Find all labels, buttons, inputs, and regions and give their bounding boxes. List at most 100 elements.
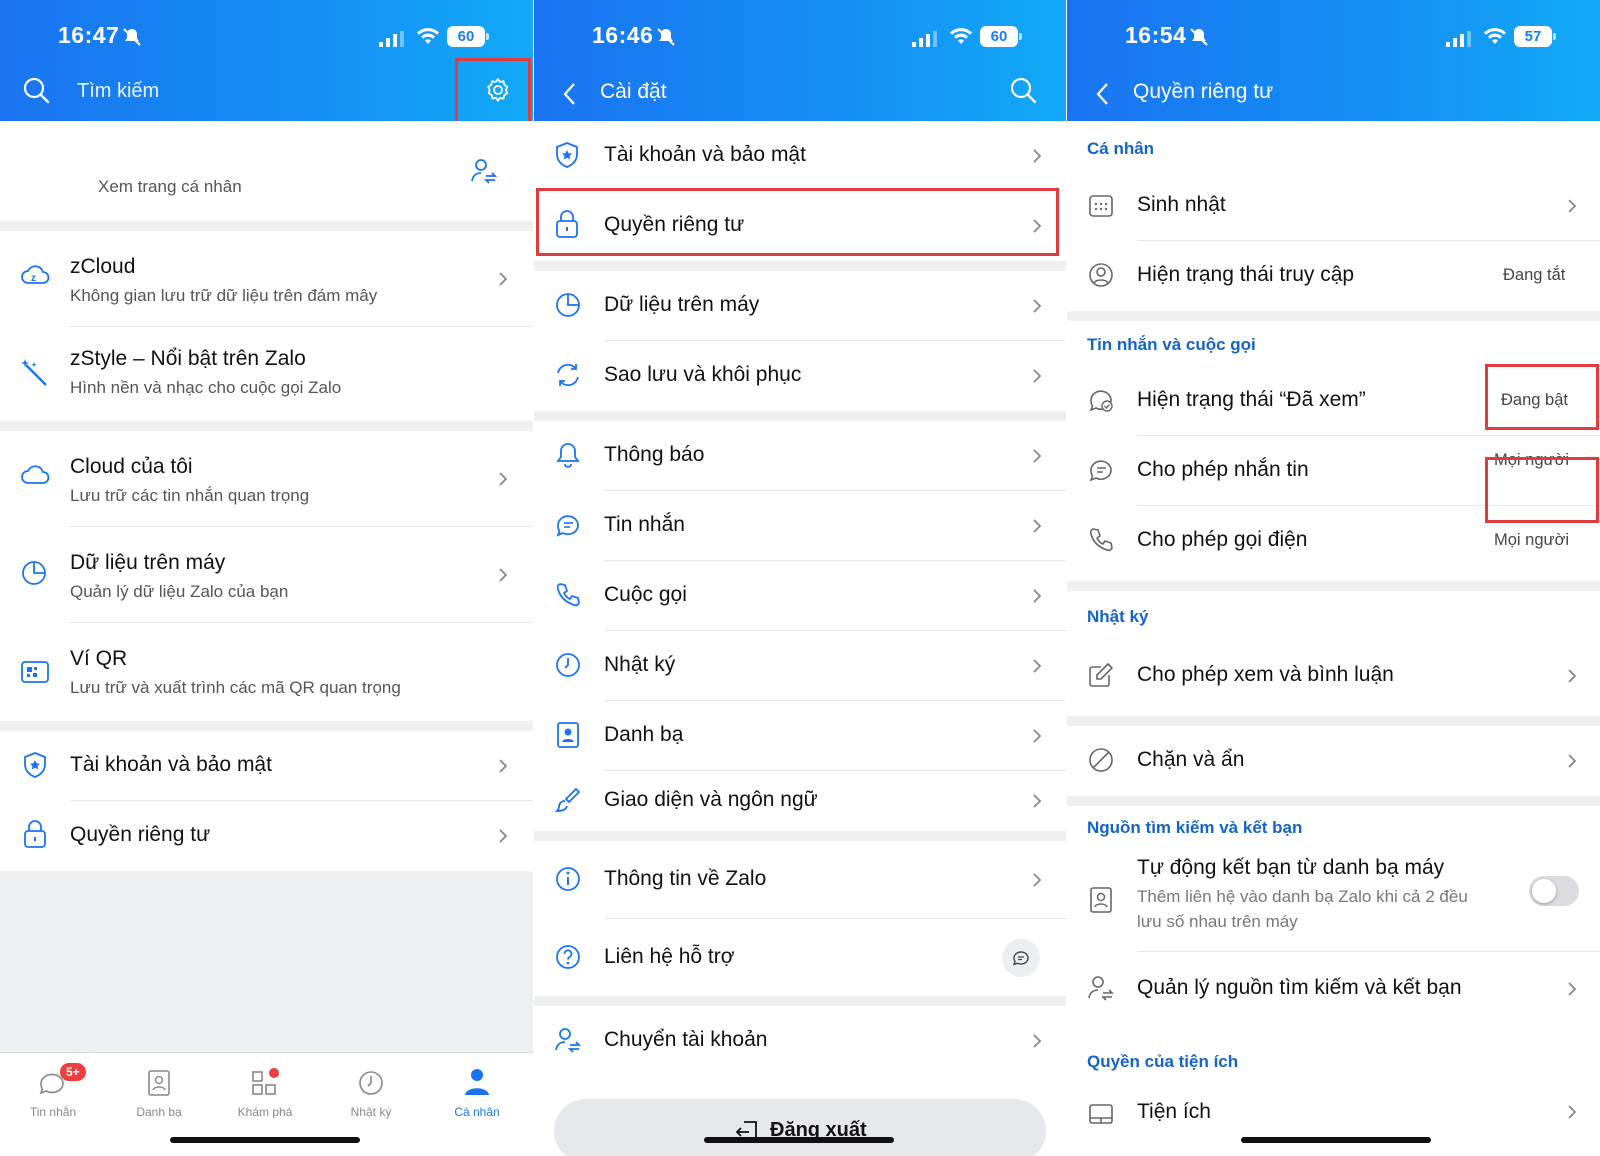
support-chat-button[interactable] — [1002, 939, 1040, 977]
chevron-right-icon — [1568, 199, 1577, 213]
settings-group-3: Thông báo Tin nhắn Cuộc gọi Nhật ký Danh… — [534, 421, 1066, 831]
info-icon — [554, 865, 582, 893]
section-heading: Nguồn tìm kiếm và kết bạn — [1087, 818, 1303, 837]
chevron-right-icon — [1568, 1105, 1577, 1119]
settings-item-backup[interactable]: Sao lưu và khôi phục — [534, 341, 1066, 411]
settings-item-messages[interactable]: Tin nhắn — [534, 491, 1066, 561]
settings-item-account[interactable]: Tài khoản và bảo mật — [534, 121, 1066, 191]
settings-item-diary[interactable]: Nhật ký — [534, 631, 1066, 701]
settings-item-appearance[interactable]: Giao diện và ngôn ngữ — [534, 771, 1066, 831]
list-item-device-data[interactable]: Dữ liệu trên máy Quản lý dữ liệu Zalo củ… — [0, 527, 533, 623]
search-icon[interactable] — [22, 76, 50, 104]
privacy-item-view-comment[interactable]: Cho phép xem và bình luận — [1067, 636, 1600, 716]
privacy-item-value: Đang tắt — [1503, 266, 1566, 284]
list-item-account-security[interactable]: Tài khoản và bảo mật — [0, 731, 533, 801]
settings-item-label: Sao lưu và khôi phục — [604, 363, 802, 386]
settings-item-about[interactable]: Thông tin về Zalo — [534, 841, 1066, 919]
list-item-title: Tài khoản và bảo mật — [70, 753, 272, 776]
section-diary: Nhật ký Cho phép xem và bình luận — [1067, 591, 1600, 716]
settings-item-label: Thông báo — [604, 443, 705, 466]
section-messages-calls: Tin nhắn và cuộc gọi Hiện trạng thái “Đã… — [1067, 321, 1600, 581]
chevron-right-icon — [1033, 659, 1042, 673]
profile-card[interactable]: Xem trang cá nhân — [0, 121, 533, 221]
sync-icon — [554, 361, 582, 389]
clock-icon — [554, 651, 582, 679]
list-item-subtitle: Hình nền và nhạc cho cuộc gọi Zalo — [70, 378, 342, 397]
privacy-item-manage-sources[interactable]: Quản lý nguồn tìm kiếm và kết bạn — [1067, 952, 1600, 1046]
tab-messages[interactable]: 5+ Tin nhắn — [0, 1061, 106, 1131]
settings-item-notifications[interactable]: Thông báo — [534, 421, 1066, 491]
privacy-item-seen-status[interactable]: Hiện trạng thái “Đã xem” Đang bật — [1067, 366, 1600, 436]
list-item-zcloud[interactable]: z zCloud Không gian lưu trữ dữ liệu trên… — [0, 231, 533, 327]
privacy-item-description: lưu số nhau trên máy — [1137, 912, 1298, 931]
section-heading: Tin nhắn và cuộc gọi — [1087, 335, 1256, 354]
privacy-item-label: Hiện trạng thái “Đã xem” — [1137, 388, 1366, 411]
search-icon[interactable] — [1009, 76, 1037, 104]
home-indicator — [704, 1137, 894, 1143]
chat-icon — [554, 511, 582, 539]
settings-item-support[interactable]: Liên hệ hỗ trợ — [534, 919, 1066, 996]
switch-account-icon[interactable] — [470, 157, 498, 185]
auto-friend-toggle[interactable] — [1529, 876, 1579, 906]
list-item-my-cloud[interactable]: Cloud của tôi Lưu trữ các tin nhắn quan … — [0, 431, 533, 527]
privacy-item-label: Tự động kết bạn từ danh bạ máy — [1137, 856, 1445, 879]
back-arrow-icon[interactable] — [562, 82, 576, 106]
magic-wand-icon — [20, 357, 50, 387]
tab-discover[interactable]: Khám phá — [212, 1061, 318, 1131]
chat-icon — [1012, 951, 1029, 966]
privacy-item-birthday[interactable]: Sinh nhật — [1067, 171, 1600, 241]
settings-item-calls[interactable]: Cuộc gọi — [534, 561, 1066, 631]
app-window-icon — [1087, 1100, 1115, 1128]
home-indicator — [1241, 1137, 1431, 1143]
settings-item-privacy[interactable]: Quyền riêng tư — [534, 191, 1066, 261]
chevron-right-icon — [1033, 1034, 1042, 1048]
list-item-subtitle: Không gian lưu trữ dữ liệu trên đám mây — [70, 286, 378, 305]
tab-diary[interactable]: Nhật ký — [318, 1061, 424, 1131]
chevron-right-icon — [1033, 369, 1042, 383]
tab-contacts[interactable]: Danh bạ — [106, 1061, 212, 1131]
list-item-zstyle[interactable]: zStyle – Nổi bật trên Zalo Hình nền và n… — [0, 327, 533, 421]
phone-icon — [554, 581, 582, 609]
privacy-item-access-status[interactable]: Hiện trạng thái truy cập Đang tắt — [1067, 241, 1600, 311]
logout-button[interactable]: Đăng xuất — [554, 1099, 1046, 1156]
signal-icon — [1446, 31, 1471, 47]
list-item-title: zStyle – Nổi bật trên Zalo — [70, 347, 306, 370]
privacy-item-allow-message[interactable]: Cho phép nhắn tin Mọi người — [1067, 436, 1600, 506]
view-profile-link[interactable]: Xem trang cá nhân — [98, 177, 242, 197]
section-heading: Quyền của tiện ích — [1087, 1052, 1239, 1071]
settings-item-switch-account[interactable]: Chuyển tài khoản — [534, 1006, 1066, 1076]
settings-item-device-data[interactable]: Dữ liệu trên máy — [534, 271, 1066, 341]
settings-gear-icon[interactable] — [483, 75, 513, 105]
privacy-item-block-hide[interactable]: Chặn và ẩn — [1067, 726, 1600, 796]
privacy-item-value: Mọi người — [1494, 451, 1570, 469]
list-item-title: Quyền riêng tư — [70, 823, 211, 846]
bell-muted-icon — [1190, 28, 1208, 46]
tab-label: Cá nhân — [454, 1105, 500, 1119]
status-bar: 16:54 57 — [1067, 22, 1600, 52]
list-item-qr-wallet[interactable]: Ví QR Lưu trữ và xuất trình các mã QR qu… — [0, 623, 533, 721]
privacy-item-allow-call[interactable]: Cho phép gọi điện Mọi người — [1067, 506, 1600, 576]
chevron-right-icon — [1033, 873, 1042, 887]
privacy-item-label: Sinh nhật — [1137, 193, 1226, 216]
settings-group-5: Chuyển tài khoản Đăng xuất — [534, 1006, 1066, 1156]
battery-indicator: 57 — [1514, 26, 1556, 47]
wifi-icon — [1484, 28, 1506, 44]
settings-item-label: Chuyển tài khoản — [604, 1028, 768, 1051]
shield-icon — [554, 141, 580, 169]
chevron-right-icon — [1033, 729, 1042, 743]
settings-item-contacts[interactable]: Danh bạ — [534, 701, 1066, 771]
privacy-item-value: Đang bật — [1501, 391, 1568, 409]
chevron-right-icon — [499, 272, 508, 286]
privacy-item-utilities[interactable]: Tiện ích — [1067, 1086, 1600, 1156]
header-bar: 16:46 60 Cài đặt — [534, 0, 1066, 121]
list-item-privacy[interactable]: Quyền riêng tư — [0, 801, 533, 871]
search-input[interactable]: Tìm kiếm — [77, 80, 159, 103]
bell-icon — [554, 441, 582, 469]
calendar-icon — [1087, 191, 1115, 219]
chevron-right-icon — [1033, 299, 1042, 313]
settings-item-label: Quyền riêng tư — [604, 213, 745, 236]
tab-profile[interactable]: Cá nhân — [424, 1061, 530, 1131]
back-arrow-icon[interactable] — [1095, 82, 1109, 106]
settings-group-1: Tài khoản và bảo mật Quyền riêng tư — [534, 121, 1066, 261]
status-time: 16:47 — [58, 22, 120, 48]
